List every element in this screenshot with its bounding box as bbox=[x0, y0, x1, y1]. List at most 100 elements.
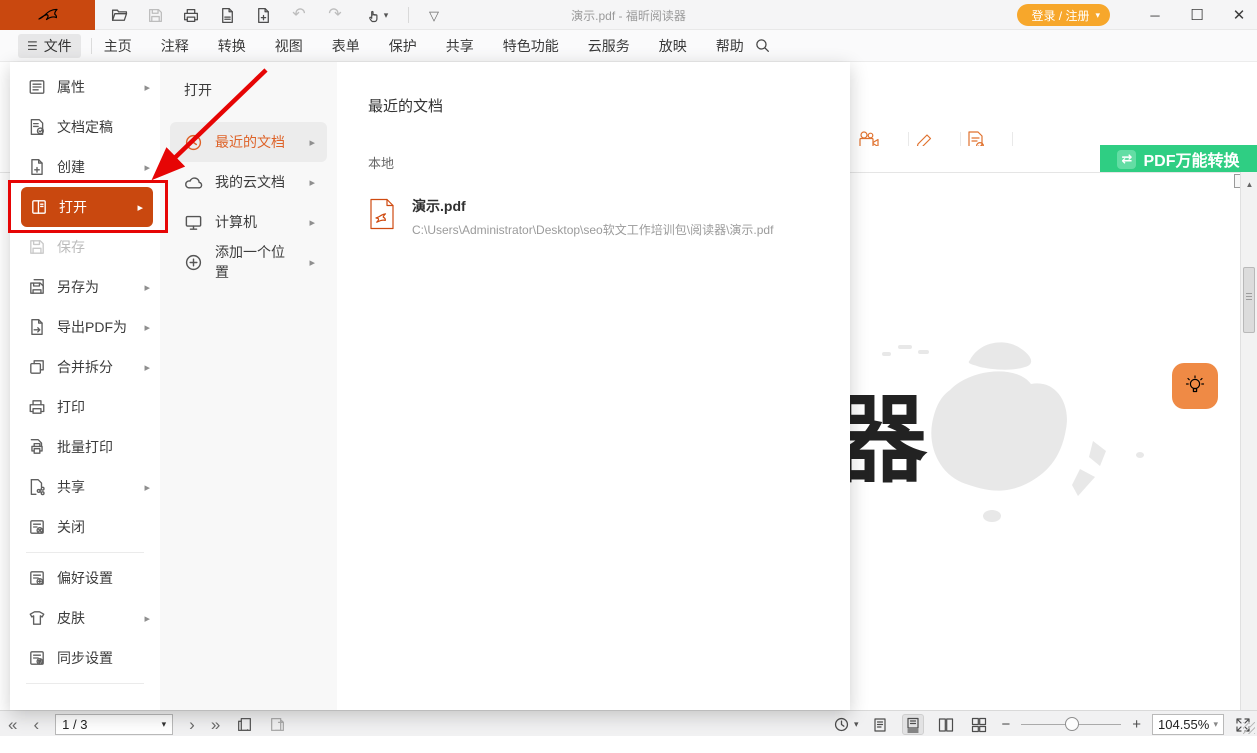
properties-icon bbox=[28, 78, 46, 96]
assistant-bulb-button[interactable] bbox=[1172, 363, 1218, 409]
page-indicator-box[interactable]: 1 / 3 ▾ bbox=[55, 714, 173, 735]
sync-settings-icon bbox=[28, 649, 46, 667]
menu-item-print[interactable]: 打印 bbox=[10, 387, 160, 427]
tab-share[interactable]: 共享 bbox=[446, 36, 474, 56]
reading-timer-icon[interactable]: ▾ bbox=[833, 716, 859, 733]
hamburger-icon: ☰ bbox=[27, 39, 38, 53]
open-submenu-panel: 打开 最近的文档 ▸ 我的云文档 ▸ 计算机 ▸ 添加一个位置 ▸ bbox=[160, 62, 337, 710]
tab-features[interactable]: 特色功能 bbox=[503, 36, 559, 56]
last-page-button[interactable]: » bbox=[211, 715, 220, 735]
undo-icon[interactable]: ↶ bbox=[288, 4, 310, 26]
menu-item-finalize[interactable]: 文档定稿 bbox=[10, 107, 160, 147]
scrollbar-thumb[interactable] bbox=[1243, 267, 1255, 333]
tab-convert[interactable]: 转换 bbox=[218, 36, 246, 56]
tab-view[interactable]: 视图 bbox=[275, 36, 303, 56]
foxit-logo[interactable] bbox=[0, 0, 95, 30]
menu-item-preferences[interactable]: 偏好设置 bbox=[10, 558, 160, 598]
facing-continuous-view-icon[interactable] bbox=[968, 714, 990, 735]
resize-grip[interactable] bbox=[1242, 721, 1256, 735]
open-book-icon bbox=[30, 198, 48, 216]
file-menu-button[interactable]: ☰ 文件 bbox=[18, 34, 81, 58]
menu-item-properties[interactable]: 属性 ▸ bbox=[10, 67, 160, 107]
zoom-in-button[interactable]: + bbox=[1132, 716, 1141, 733]
print-icon[interactable] bbox=[180, 4, 202, 26]
window-controls: ─ ☐ ✕ bbox=[1147, 0, 1247, 30]
zoom-level-value: 104.55% bbox=[1158, 717, 1209, 732]
submenu-arrow-icon: ▸ bbox=[309, 216, 315, 229]
tab-protect[interactable]: 保护 bbox=[389, 36, 417, 56]
close-button[interactable]: ✕ bbox=[1231, 6, 1247, 24]
menu-item-merge-split[interactable]: 合并拆分 ▸ bbox=[10, 347, 160, 387]
tab-slideshow[interactable]: 放映 bbox=[659, 36, 687, 56]
customize-qat-icon[interactable]: ▽ bbox=[423, 4, 445, 26]
menu-divider bbox=[26, 552, 144, 553]
menu-item-save[interactable]: 保存 bbox=[10, 227, 160, 267]
zoom-slider-knob[interactable] bbox=[1065, 717, 1079, 731]
submenu-arrow-icon: ▸ bbox=[144, 321, 150, 334]
hand-tool-icon[interactable]: ▾ bbox=[360, 4, 394, 26]
menu-item-create[interactable]: 创建 ▸ bbox=[10, 147, 160, 187]
tab-separator bbox=[91, 38, 92, 54]
recent-file-item[interactable]: 演示.pdf C:\Users\Administrator\Desktop\se… bbox=[368, 196, 850, 238]
merge-split-icon bbox=[28, 358, 46, 376]
menu-item-export-pdf[interactable]: 导出PDF为 ▸ bbox=[10, 307, 160, 347]
new-document-icon[interactable] bbox=[252, 4, 274, 26]
login-caret-icon: ▾ bbox=[1095, 10, 1100, 21]
open-panel-header: 打开 bbox=[160, 80, 337, 122]
page-caret-icon: ▾ bbox=[162, 719, 167, 730]
open-item-cloud-docs[interactable]: 我的云文档 ▸ bbox=[170, 162, 327, 202]
tab-home[interactable]: 主页 bbox=[104, 36, 132, 56]
next-view-icon[interactable] bbox=[269, 716, 286, 733]
menu-item-skin[interactable]: 皮肤 ▸ bbox=[10, 598, 160, 638]
clock-icon bbox=[184, 133, 203, 152]
single-page-view-icon[interactable] bbox=[869, 714, 891, 735]
tab-cloud[interactable]: 云服务 bbox=[588, 36, 630, 56]
next-page-button[interactable]: › bbox=[189, 715, 195, 735]
zoom-level-box[interactable]: 104.55% ▾ bbox=[1152, 714, 1224, 735]
open-item-computer[interactable]: 计算机 ▸ bbox=[170, 202, 327, 242]
menu-item-sync-settings[interactable]: 同步设置 bbox=[10, 638, 160, 678]
submenu-arrow-icon: ▸ bbox=[144, 612, 150, 625]
tab-help[interactable]: 帮助 bbox=[716, 36, 744, 56]
minimize-button[interactable]: ─ bbox=[1147, 8, 1163, 23]
login-register-button[interactable]: 登录 / 注册 ▾ bbox=[1017, 4, 1110, 26]
local-section-label: 本地 bbox=[368, 153, 850, 172]
menu-item-open[interactable]: 打开 ▸ bbox=[21, 187, 153, 227]
foxit-swallow-icon bbox=[36, 6, 60, 24]
first-page-button[interactable]: « bbox=[8, 715, 17, 735]
batch-print-icon bbox=[28, 438, 46, 456]
pdf-convert-button[interactable]: ⇄ PDF万能转换 bbox=[1100, 145, 1257, 173]
menu-item-share[interactable]: 共享 ▸ bbox=[10, 467, 160, 507]
menu-item-close[interactable]: 关闭 bbox=[10, 507, 160, 547]
menu-item-label: 批量打印 bbox=[57, 437, 113, 457]
redo-icon[interactable]: ↷ bbox=[324, 4, 346, 26]
prev-page-button[interactable]: ‹ bbox=[33, 715, 39, 735]
menu-item-batch-print[interactable]: 批量打印 bbox=[10, 427, 160, 467]
document-check-icon bbox=[28, 118, 46, 136]
swap-icon: ⇄ bbox=[1117, 150, 1136, 169]
continuous-view-icon[interactable] bbox=[902, 714, 924, 735]
view-controls: ▾ − + 104.55% ▾ bbox=[833, 714, 1251, 735]
tab-comment[interactable]: 注释 bbox=[161, 36, 189, 56]
quick-access-toolbar: ↶ ↷ ▾ ▽ bbox=[100, 0, 445, 30]
save-icon[interactable] bbox=[144, 4, 166, 26]
maximize-button[interactable]: ☐ bbox=[1189, 6, 1205, 24]
facing-view-icon[interactable] bbox=[935, 714, 957, 735]
open-item-recent[interactable]: 最近的文档 ▸ bbox=[170, 122, 327, 162]
scan-document-icon[interactable] bbox=[216, 4, 238, 26]
prev-view-icon[interactable] bbox=[236, 716, 253, 733]
menu-item-label: 属性 bbox=[57, 77, 85, 97]
submenu-arrow-icon: ▸ bbox=[137, 201, 143, 214]
menu-item-label: 皮肤 bbox=[57, 608, 85, 628]
menu-item-label: 合并拆分 bbox=[57, 357, 113, 377]
tab-form[interactable]: 表单 bbox=[332, 36, 360, 56]
open-file-icon[interactable] bbox=[108, 4, 130, 26]
menu-item-save-as[interactable]: 另存为 ▸ bbox=[10, 267, 160, 307]
vertical-scrollbar[interactable]: ▲ bbox=[1240, 172, 1257, 710]
scroll-up-icon[interactable]: ▲ bbox=[1241, 180, 1257, 189]
zoom-out-button[interactable]: − bbox=[1001, 716, 1010, 733]
open-item-add-place[interactable]: 添加一个位置 ▸ bbox=[170, 242, 327, 282]
search-icon[interactable] bbox=[754, 37, 771, 54]
submenu-arrow-icon: ▸ bbox=[144, 161, 150, 174]
zoom-slider[interactable] bbox=[1021, 714, 1121, 735]
